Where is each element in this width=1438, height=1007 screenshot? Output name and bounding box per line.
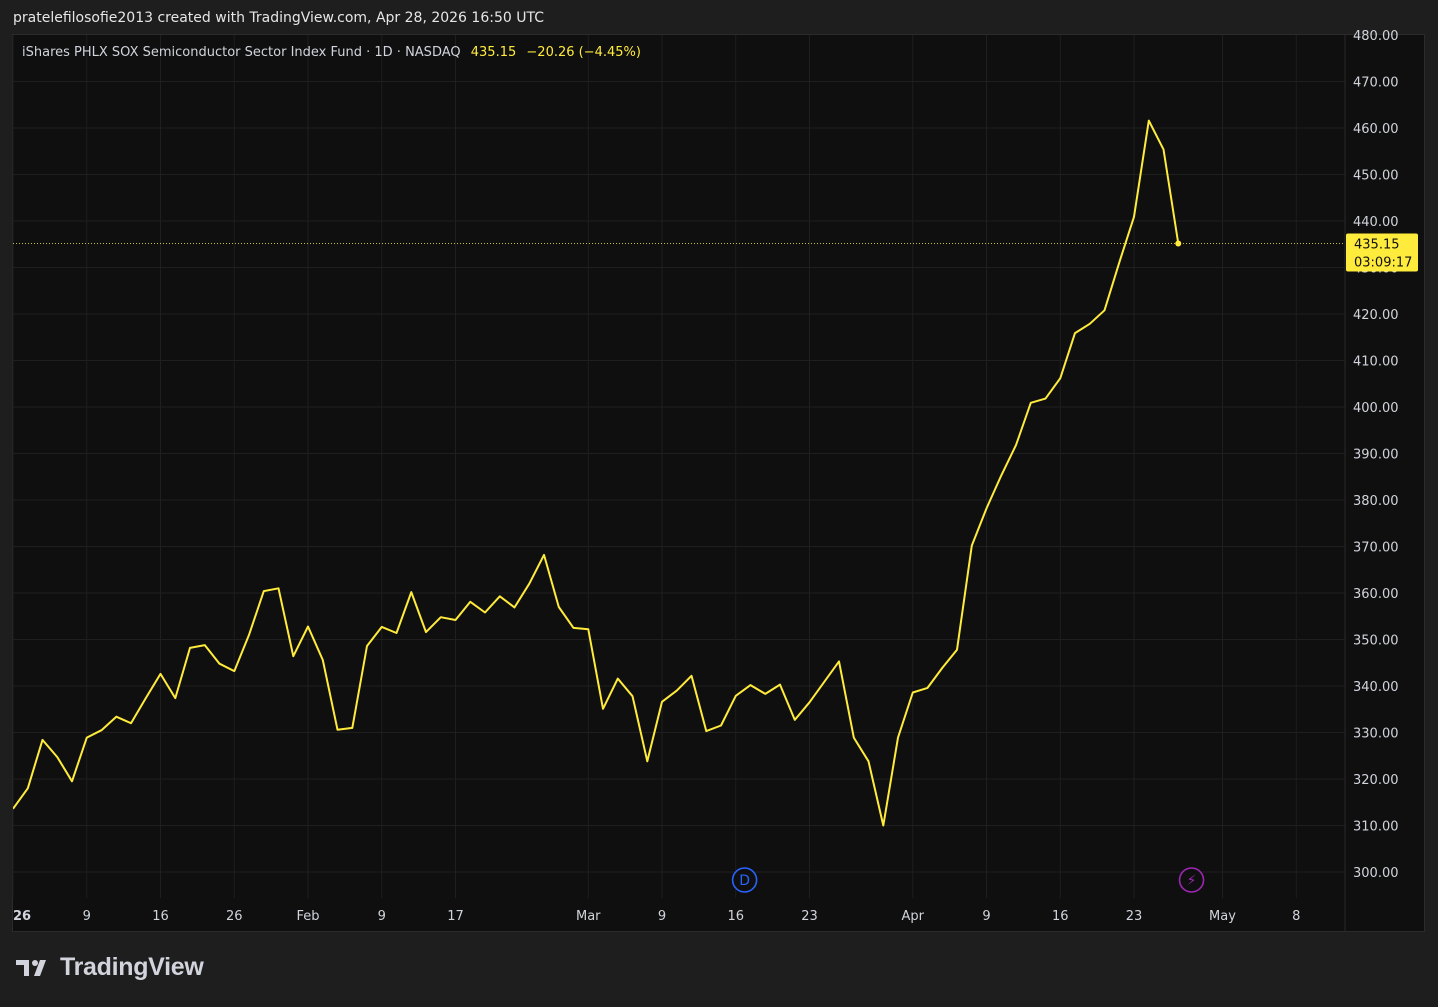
price-chart[interactable]: 300.00 310.00 320.00 330.00 340.00 350.00 360.… [0,0,1438,1007]
earnings-flash-icon[interactable]: ⚡ [1178,867,1205,893]
x-tick-label: 26 [226,909,243,924]
x-tick-label: 16 [1052,909,1069,924]
tradingview-logo-icon [16,959,46,976]
x-tick-label: 9 [982,909,990,924]
y-tick-label: 330.00 [1353,727,1399,742]
x-tick-label: 17 [447,909,464,924]
x-tick-label: May [1209,909,1236,924]
y-tick-label: 320.00 [1353,773,1399,788]
y-tick-label: 310.00 [1353,820,1399,835]
price-label-countdown: 03:09:17 [1354,256,1412,271]
legend-price: 435.15 [470,45,517,60]
y-tick-label: 440.00 [1353,215,1399,230]
y-tick-label: 370.00 [1353,541,1399,556]
y-tick-label: 450.00 [1353,169,1399,184]
x-tick-label: Apr [902,909,925,924]
symbol-title: iShares PHLX SOX Semiconductor Sector In… [22,45,461,60]
last-price-dot [1175,240,1182,247]
y-tick-label: 410.00 [1353,355,1399,370]
y-tick-label: 300.00 [1353,866,1399,881]
y-tick-label: 380.00 [1353,494,1399,509]
y-tick-label: 350.00 [1353,634,1399,649]
dividend-icon-glyph: D [739,873,750,889]
x-tick-label: Mar [576,909,601,924]
y-tick-label: 390.00 [1353,448,1399,463]
x-tick-label: 9 [378,909,386,924]
tradingview-logo[interactable]: TradingView [16,953,204,982]
x-tick-label: 16 [727,909,744,924]
x-tick-label: 23 [801,909,818,924]
x-tick-label: 8 [1292,909,1300,924]
dividend-icon[interactable]: D [731,867,758,893]
legend-change: −20.26 (−4.45%) [526,45,641,60]
x-tick-label: 9 [83,909,91,924]
y-tick-label: 360.00 [1353,587,1399,602]
price-label-value: 435.15 [1354,238,1400,253]
earnings-flash-icon-glyph: ⚡ [1187,873,1197,889]
x-tick-label: 16 [152,909,169,924]
y-tick-label: 480.00 [1353,29,1399,44]
x-tick-label: 23 [1126,909,1143,924]
price-series-line [13,119,1180,827]
y-tick-label: 340.00 [1353,680,1399,695]
brand-name: TradingView [60,953,204,981]
symbol-legend[interactable]: iShares PHLX SOX Semiconductor Sector In… [22,45,641,60]
x-tick-label: Feb [296,909,319,924]
x-tick-label: 26 [13,909,31,924]
y-tick-label: 460.00 [1353,122,1399,137]
x-tick-label: 9 [658,909,666,924]
y-tick-label: 420.00 [1353,308,1399,323]
y-tick-label: 470.00 [1353,76,1399,91]
y-tick-label: 400.00 [1353,401,1399,416]
